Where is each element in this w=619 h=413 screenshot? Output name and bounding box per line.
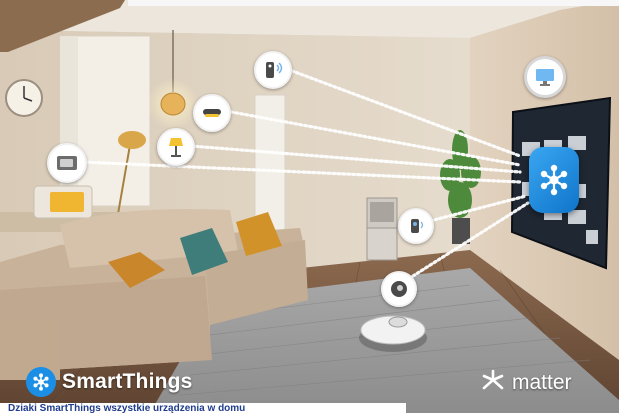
floor-lamp — [118, 131, 146, 149]
ceiling-light-icon[interactable] — [193, 94, 231, 132]
top-strip — [128, 0, 619, 6]
oven-icon[interactable] — [47, 143, 87, 183]
smartthings-label: SmartThings — [62, 370, 193, 393]
smartthings-hub-icon[interactable] — [529, 147, 579, 213]
living-room-scene — [0, 0, 619, 413]
matter-label: matter — [512, 371, 572, 394]
air-purifier-bottom — [366, 227, 398, 261]
floor-lamp-icon[interactable] — [157, 128, 195, 166]
tv-monitor-icon[interactable] — [524, 56, 566, 98]
caption-text: Dziaki SmartThings wszystkie urządzenia … — [8, 403, 246, 413]
smart-home-illustration: SmartThings matter Dziaki SmartThings ws… — [0, 0, 619, 413]
smartthings-logo: SmartThings — [26, 367, 193, 397]
caption-strip: Dziaki SmartThings wszystkie urządzenia … — [0, 403, 406, 413]
matter-logo-icon — [480, 368, 506, 398]
smartthings-logo-icon — [26, 367, 56, 397]
robot-vacuum-icon[interactable] — [381, 271, 417, 307]
pendant-lamp — [160, 92, 186, 116]
remote-control-icon[interactable] — [254, 51, 292, 89]
air-purifier-sensor-icon[interactable] — [398, 208, 434, 244]
matter-logo: matter — [480, 368, 572, 398]
